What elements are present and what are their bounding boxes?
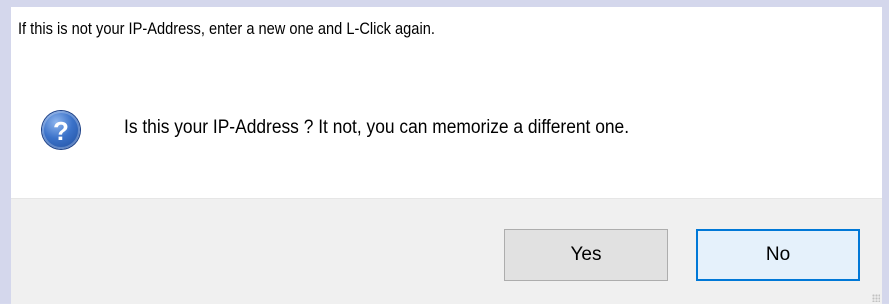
question-icon: ? bbox=[42, 111, 80, 149]
no-button[interactable]: No bbox=[696, 229, 860, 281]
message-dialog: If this is not your IP-Address, enter a … bbox=[11, 7, 882, 304]
window-frame-top bbox=[0, 0, 889, 7]
resize-grip[interactable] bbox=[872, 294, 880, 302]
question-text: Is this your IP-Address ? It not, you ca… bbox=[124, 117, 630, 138]
button-bar: Yes No bbox=[11, 198, 882, 304]
window-frame-left bbox=[0, 0, 11, 303]
yes-button[interactable]: Yes bbox=[504, 229, 668, 281]
instruction-text: If this is not your IP-Address, enter a … bbox=[18, 19, 435, 38]
window-frame-right bbox=[882, 0, 889, 303]
question-mark-glyph: ? bbox=[53, 115, 69, 146]
